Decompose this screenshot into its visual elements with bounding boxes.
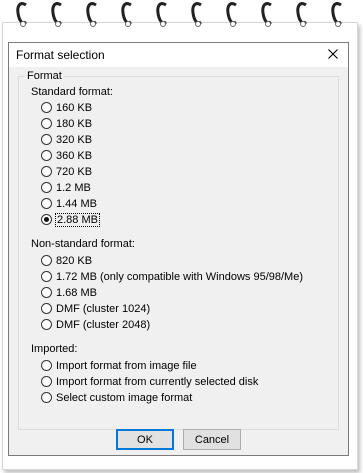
radio-nonstandard-dmf-2048[interactable]: DMF (cluster 2048) (41, 317, 150, 332)
radio-standard-320kb[interactable]: 320 KB (41, 132, 92, 147)
radio-button-icon (41, 198, 52, 209)
radio-button-icon (41, 150, 52, 161)
radio-standard-2-88mb[interactable]: 2.88 MB (41, 212, 100, 227)
radio-nonstandard-820kb[interactable]: 820 KB (41, 253, 92, 268)
radio-import-from-selected-disk[interactable]: Import format from currently selected di… (41, 374, 258, 389)
format-selection-dialog: Format selection Format Standard format:… (8, 42, 349, 456)
radio-button-icon (41, 392, 52, 403)
spiral-ring-icon (16, 0, 29, 30)
radio-button-icon (41, 255, 52, 266)
spiral-ring-icon (86, 0, 99, 30)
close-icon (328, 48, 338, 62)
spiral-ring-icon (296, 0, 309, 30)
radio-nonstandard-1-72mb[interactable]: 1.72 MB (only compatible with Windows 95… (41, 269, 303, 284)
dialog-body: Format Standard format: 160 KB 180 KB 32… (9, 67, 348, 455)
spiral-ring-icon (121, 0, 134, 30)
title-bar: Format selection (9, 43, 348, 67)
spiral-ring-icon (226, 0, 239, 30)
radio-button-icon (41, 376, 52, 387)
radio-import-from-image-file[interactable]: Import format from image file (41, 358, 197, 373)
radio-button-icon (41, 319, 52, 330)
radio-standard-180kb[interactable]: 180 KB (41, 116, 92, 131)
radio-standard-1-44mb[interactable]: 1.44 MB (41, 196, 97, 211)
spiral-ring-icon (156, 0, 169, 30)
dialog-title: Format selection (16, 48, 105, 62)
radio-button-icon (41, 182, 52, 193)
radio-standard-720kb[interactable]: 720 KB (41, 164, 92, 179)
group-legend: Format (25, 70, 64, 82)
radio-button-icon (41, 118, 52, 129)
radio-nonstandard-dmf-1024[interactable]: DMF (cluster 1024) (41, 301, 150, 316)
ok-button[interactable]: OK (116, 429, 174, 450)
spiral-ring-icon (331, 0, 344, 30)
radio-standard-360kb[interactable]: 360 KB (41, 148, 92, 163)
cancel-button[interactable]: Cancel (183, 429, 241, 450)
radio-button-icon (41, 287, 52, 298)
spiral-ring-icon (191, 0, 204, 30)
radio-nonstandard-1-68mb[interactable]: 1.68 MB (41, 285, 97, 300)
radio-button-checked-icon (41, 214, 52, 225)
radio-select-custom-image-format[interactable]: Select custom image format (41, 390, 192, 405)
radio-button-icon (41, 360, 52, 371)
nonstandard-format-label: Non-standard format: (31, 238, 135, 250)
radio-button-icon (41, 166, 52, 177)
imported-label: Imported: (31, 343, 78, 355)
spiral-binding (0, 0, 363, 34)
radio-standard-1-2mb[interactable]: 1.2 MB (41, 180, 91, 195)
format-groupbox: Format Standard format: 160 KB 180 KB 32… (18, 70, 339, 430)
close-button[interactable] (322, 45, 344, 65)
standard-format-label: Standard format: (31, 86, 113, 98)
spiral-ring-icon (51, 0, 64, 30)
radio-standard-160kb[interactable]: 160 KB (41, 100, 92, 115)
radio-button-icon (41, 303, 52, 314)
radio-button-icon (41, 102, 52, 113)
radio-button-icon (41, 271, 52, 282)
spiral-ring-icon (261, 0, 274, 30)
radio-button-icon (41, 134, 52, 145)
